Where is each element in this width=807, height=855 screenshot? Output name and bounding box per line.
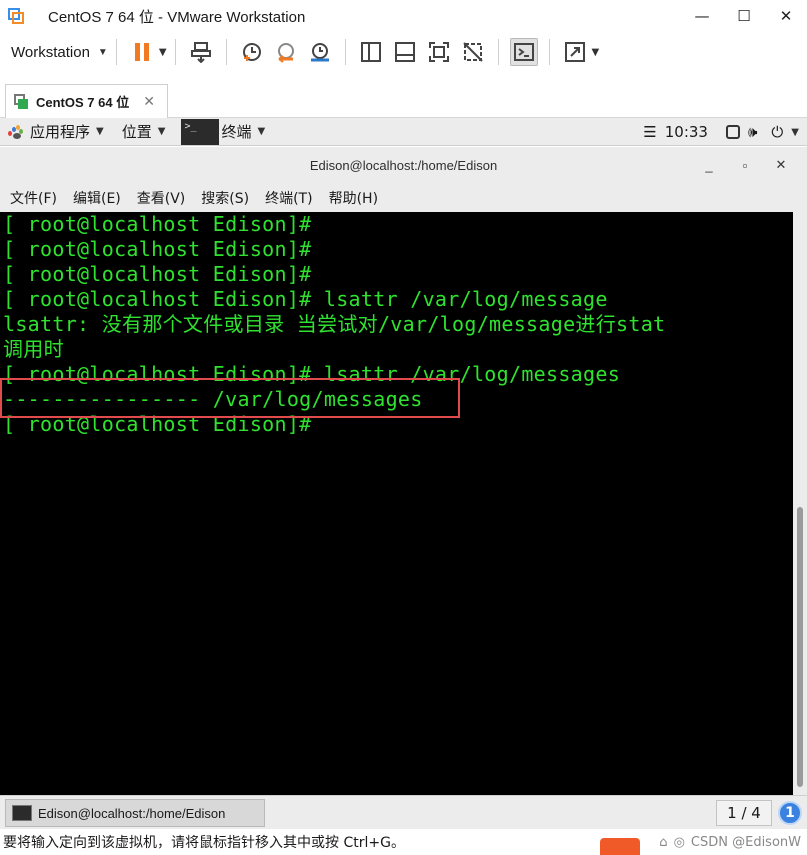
terminal-line: [ root@localhost Edison]#: [3, 262, 312, 286]
toolbar-divider: [548, 39, 550, 65]
console-terminal-icon: [513, 43, 534, 61]
toolbar-divider: [497, 39, 499, 65]
send-ctrl-alt-del-button[interactable]: [187, 38, 215, 66]
notification-badge[interactable]: 1: [778, 801, 802, 825]
unity-disabled-icon: [462, 42, 483, 62]
tab-close-icon[interactable]: ✕: [143, 94, 155, 110]
close-button[interactable]: ✕: [765, 0, 807, 32]
applications-label: 应用程序: [30, 123, 91, 141]
thumbnail-bar-button[interactable]: [391, 38, 419, 66]
toolbar-divider: [174, 39, 176, 65]
unity-button[interactable]: [459, 38, 487, 66]
terminal-minimize-button[interactable]: _: [691, 158, 727, 173]
vmware-status-bar: 要将输入定向到该虚拟机，请将鼠标指针移入其中或按 Ctrl+G。 ⌂ ◎ CSD…: [0, 829, 807, 855]
terminal-app-label: 终端: [221, 123, 252, 141]
expand-arrows-icon: [564, 42, 585, 62]
toolbar-divider: [115, 39, 117, 65]
snapshot-clock-icon: [242, 43, 261, 61]
terminal-line: [ root@localhost Edison]#: [3, 237, 312, 261]
console-view-button[interactable]: [509, 38, 538, 66]
clock[interactable]: 10:33: [665, 123, 708, 141]
taskbar-terminal-button[interactable]: Edison@localhost:/home/Edison: [5, 799, 265, 827]
terminal-window-icon: [12, 805, 32, 821]
network-send-icon: [190, 42, 211, 63]
csdn-logo-icon: [600, 838, 640, 855]
minimize-button[interactable]: —: [681, 0, 723, 32]
vm-tab-strip: CentOS 7 64 位 ✕: [0, 72, 807, 118]
stretch-dropdown-icon[interactable]: ▼: [592, 47, 600, 58]
revert-clock-icon: [277, 43, 294, 63]
full-screen-button[interactable]: [425, 38, 453, 66]
toolbar-divider: [344, 39, 346, 65]
gnome-top-panel: 应用程序 ▼ 位置 ▼ >_ 终端 ▼ ☰ 10:33 🕪 ⏻ ▼: [0, 118, 807, 146]
workspace-pager[interactable]: 1 / 4: [716, 800, 772, 826]
places-label: 位置: [121, 123, 152, 141]
chevron-down-icon: ▼: [96, 126, 104, 137]
chevron-down-icon: ▼: [157, 126, 166, 137]
chevron-down-icon[interactable]: ▼: [791, 127, 799, 138]
menu-search[interactable]: 搜索(S): [201, 188, 249, 208]
revert-snapshot-button[interactable]: [272, 38, 300, 66]
terminal-app-menu[interactable]: 终端 ▼: [221, 121, 265, 142]
snapshot-button[interactable]: [238, 38, 266, 66]
toolbar-divider: [225, 39, 227, 65]
workstation-menu[interactable]: Workstation ▼: [11, 44, 108, 61]
pause-button[interactable]: [128, 38, 156, 66]
window-title: CentOS 7 64 位 - VMware Workstation: [48, 8, 306, 26]
bottom-panel-layout-icon: [394, 42, 415, 62]
workstation-menu-label: Workstation: [11, 43, 90, 61]
tab-label: CentOS 7 64 位: [36, 95, 130, 110]
terminal-menubar: 文件(F) 编辑(E) 查看(V) 搜索(S) 终端(T) 帮助(H): [0, 183, 807, 212]
device-icon[interactable]: ◎: [674, 835, 685, 850]
fullscreen-icon: [428, 42, 449, 62]
places-menu[interactable]: 位置 ▼: [122, 121, 166, 142]
menu-terminal[interactable]: 终端(T): [265, 188, 312, 208]
terminal-maximize-button[interactable]: ▫: [727, 158, 763, 173]
menu-view[interactable]: 查看(V): [137, 188, 186, 208]
status-message: 要将输入定向到该虚拟机，请将鼠标指针移入其中或按 Ctrl+G。: [3, 835, 405, 851]
terminal-output[interactable]: [ root@localhost Edison]# [ root@localho…: [0, 212, 793, 795]
menu-edit[interactable]: 编辑(E): [73, 188, 121, 208]
red-highlight-box: [0, 378, 460, 418]
vmware-titlebar: CentOS 7 64 位 - VMware Workstation — ☐ ✕: [0, 0, 807, 32]
pause-icon: [134, 43, 149, 61]
taskbar-terminal-label: Edison@localhost:/home/Edison: [38, 805, 226, 821]
chevron-down-icon: ▼: [257, 126, 266, 137]
terminal-title: Edison@localhost:/home/Edison: [309, 157, 498, 173]
stretch-view-button[interactable]: [561, 38, 589, 66]
menu-help[interactable]: 帮助(H): [329, 188, 378, 208]
watermark: CSDN @EdisonW: [690, 834, 801, 850]
tab-centos[interactable]: CentOS 7 64 位 ✕: [5, 84, 168, 118]
scrollbar-thumb[interactable]: [797, 507, 803, 787]
pause-dropdown-icon[interactable]: ▼: [159, 47, 167, 58]
chevron-down-icon: ▼: [97, 46, 108, 58]
gnome-bottom-panel: Edison@localhost:/home/Edison 1 / 4 1: [0, 795, 807, 829]
show-library-button[interactable]: [357, 38, 385, 66]
volume-icon[interactable]: 🕪: [748, 123, 757, 141]
terminal-line: 调用时: [3, 337, 64, 361]
sidebar-layout-icon: [360, 42, 381, 62]
terminal-scrollbar[interactable]: [793, 212, 807, 795]
menu-file[interactable]: 文件(F): [10, 188, 57, 208]
terminal-line: [ root@localhost Edison]#: [3, 212, 312, 236]
snapshot-manager-icon: [310, 43, 329, 62]
terminal-app-icon: >_: [181, 118, 220, 145]
power-icon[interactable]: ⏻: [771, 123, 783, 141]
vmware-logo-icon: [6, 6, 26, 26]
terminal-line: [ root@localhost Edison]# lsattr /var/lo…: [3, 287, 608, 311]
snapshot-manager-button[interactable]: [306, 38, 334, 66]
applications-menu[interactable]: 应用程序 ▼: [8, 121, 104, 142]
vm-running-icon: [14, 93, 30, 110]
terminal-line: lsattr: 没有那个文件或目录 当尝试对/var/log/message进行…: [3, 312, 666, 336]
clock-menu-icon: ☰: [643, 123, 657, 141]
terminal-close-button[interactable]: ✕: [763, 157, 799, 173]
vmware-toolbar: Workstation ▼ ▼ ▼: [0, 32, 807, 72]
window-icon: [725, 125, 740, 139]
maximize-button[interactable]: ☐: [723, 0, 765, 32]
terminal-titlebar: Edison@localhost:/home/Edison _ ▫ ✕: [0, 147, 807, 183]
gnome-foot-icon: [8, 124, 24, 139]
device-icon[interactable]: ⌂: [659, 835, 667, 850]
